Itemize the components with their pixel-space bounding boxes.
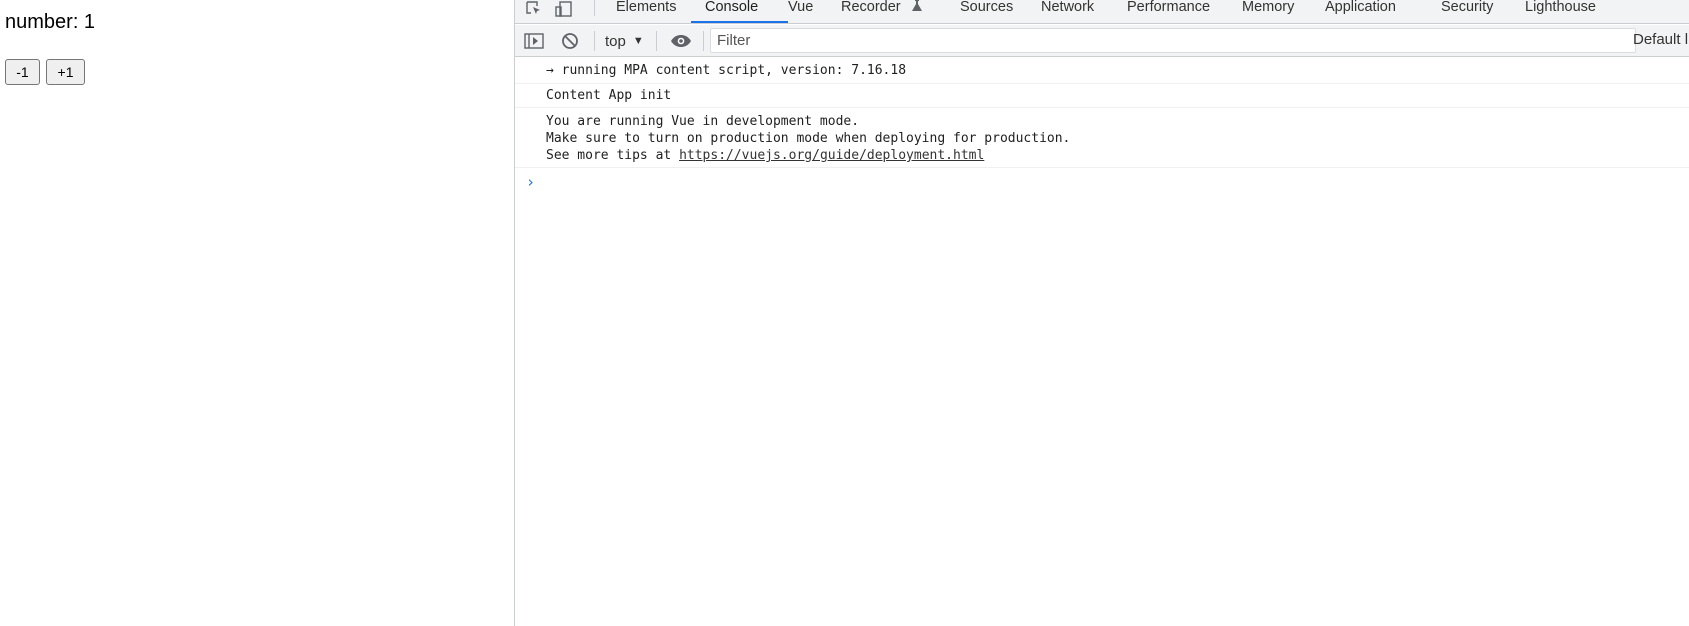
console-message-text: → running MPA content script, version: 7… <box>546 63 907 78</box>
tab-memory[interactable]: Memory <box>1242 0 1294 24</box>
devtools-tab-bar: Elements Console Vue Recorder Sources Ne… <box>515 0 1689 24</box>
console-message-prefix: See more tips at <box>546 148 680 163</box>
tab-network[interactable]: Network <box>1041 0 1094 24</box>
live-expression-eye-icon[interactable] <box>670 32 692 50</box>
console-message-text: You are running Vue in development mode. <box>546 114 860 129</box>
console-prompt-chevron-icon[interactable]: › <box>526 173 535 191</box>
log-levels-dropdown[interactable]: Default l <box>1633 31 1688 48</box>
increment-button[interactable]: +1 <box>46 59 85 85</box>
page-area: number: 1 -1 +1 <box>0 0 514 626</box>
console-toolbar: top ▼ Default l <box>515 25 1689 57</box>
tab-lighthouse[interactable]: Lighthouse <box>1525 0 1596 24</box>
context-selector[interactable]: top ▼ <box>605 31 644 51</box>
tab-sources[interactable]: Sources <box>960 0 1013 24</box>
number-display: number: 1 <box>5 11 96 33</box>
console-message: → running MPA content script, version: 7… <box>515 58 1689 84</box>
inspect-element-icon[interactable] <box>523 0 545 18</box>
toolbar-separator <box>594 31 595 51</box>
tab-recorder[interactable]: Recorder <box>841 0 923 24</box>
console-messages: → running MPA content script, version: 7… <box>515 58 1689 626</box>
active-tab-indicator <box>691 21 788 23</box>
console-message-text: Make sure to turn on production mode whe… <box>546 131 1071 146</box>
tab-performance[interactable]: Performance <box>1127 0 1210 24</box>
context-value: top <box>605 32 626 50</box>
dropdown-arrow-icon: ▼ <box>632 35 644 47</box>
decrement-button[interactable]: -1 <box>5 59 40 85</box>
tab-elements[interactable]: Elements <box>616 0 676 24</box>
console-message-text: See more tips at https://vuejs.org/guide… <box>546 148 984 163</box>
tab-application[interactable]: Application <box>1325 0 1396 24</box>
console-message-text: Content App init <box>546 88 672 103</box>
clear-console-icon[interactable] <box>560 32 580 50</box>
console-message: You are running Vue in development mode.… <box>515 108 1689 168</box>
tab-separator <box>594 0 595 16</box>
toolbar-separator <box>656 31 657 51</box>
tab-security[interactable]: Security <box>1441 0 1493 24</box>
filter-input[interactable] <box>710 28 1636 53</box>
console-message: Content App init <box>515 84 1689 108</box>
toolbar-separator <box>703 31 704 51</box>
devtools-panel: Elements Console Vue Recorder Sources Ne… <box>514 0 1689 626</box>
device-toolbar-icon[interactable] <box>554 0 576 18</box>
sidebar-toggle-icon[interactable] <box>524 32 544 50</box>
deployment-guide-link[interactable]: https://vuejs.org/guide/deployment.html <box>679 148 984 163</box>
tab-recorder-label: Recorder <box>841 0 901 15</box>
flask-icon <box>911 0 923 15</box>
tab-vue[interactable]: Vue <box>788 0 813 24</box>
